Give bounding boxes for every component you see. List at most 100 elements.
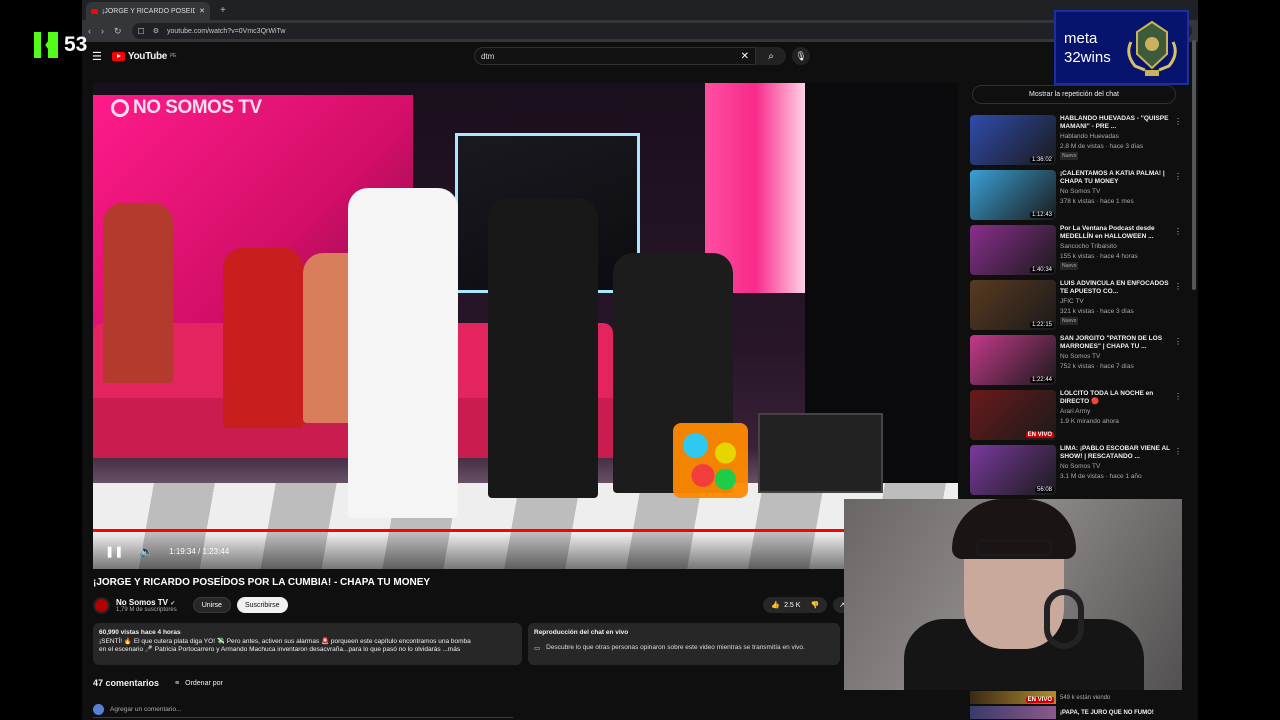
verified-icon: ✔ [170, 600, 176, 607]
youtube-logo[interactable]: YouTube PE [111, 51, 177, 62]
sort-button[interactable]: ≡ Ordenar por [175, 680, 223, 687]
clear-search-icon[interactable]: ✕ [741, 51, 749, 62]
related-meta: 378 k vistas · hace 1 mes [1060, 198, 1134, 205]
new-badge: Nuevo [1060, 262, 1079, 270]
site-info-icon[interactable]: ⚙ [153, 27, 159, 35]
search-input[interactable]: dtm ✕ [474, 47, 756, 65]
url-field[interactable]: ☐ ⚙ youtube.com/watch?v=0Vmc3QrWiTw ▭ ⇱ … [131, 23, 1192, 39]
related-video-item[interactable]: 1:40:34 Por La Ventana Podcast desde MED… [970, 225, 1182, 280]
description-line: en el escenario 🎤 Patricia Portocarrero … [99, 646, 461, 653]
page-scrollbar[interactable] [1192, 40, 1196, 290]
duration-badge: 1:22:44 [1029, 377, 1054, 383]
menu-icon[interactable]: ☰ [92, 50, 102, 63]
subscribe-button[interactable]: Suscribirse [236, 597, 288, 613]
more-options-icon[interactable]: ⋮ [1174, 282, 1182, 291]
related-title[interactable]: LOLCITO TODA LA NOCHE en DIRECTO 🔴 [1060, 390, 1172, 406]
related-title[interactable]: SAN JORGITO "PATRÓN DE LOS MARRONES" | C… [1060, 335, 1172, 351]
search-button[interactable]: ⌕ [756, 47, 786, 65]
like-count: 2.5 K [784, 601, 801, 609]
join-button[interactable]: Unirse [192, 597, 231, 613]
related-title[interactable]: Por La Ventana Podcast desde MEDELLÍN en… [1060, 225, 1172, 241]
meta-wins-overlay: meta 32wins [1054, 10, 1189, 85]
related-channel: JFIC TV [1060, 298, 1084, 305]
pause-icon[interactable]: ❚❚ [105, 545, 123, 558]
related-video-item[interactable]: EN VIVO LOLCITO TODA LA NOCHE en DIRECTO… [970, 390, 1182, 445]
show-chat-replay-button[interactable]: Mostrar la repetición del chat [972, 85, 1176, 104]
more-options-icon[interactable]: ⋮ [1174, 227, 1182, 236]
related-thumbnail[interactable] [970, 706, 1056, 719]
volume-icon[interactable]: 🔈 [139, 545, 153, 558]
channel-name[interactable]: No Somos TV ✔ [116, 598, 177, 607]
browser-tab[interactable]: ¡JORGE Y RICARDO POSEÍDOS ✕ [86, 2, 210, 20]
related-meta: 3.1 M de vistas · hace 1 año [1060, 473, 1142, 480]
related-title[interactable]: HABLANDO HUEVADAS - "QUISPE MAMANI" - PR… [1060, 115, 1172, 131]
video-title: ¡JORGE Y RICARDO POSEÍDOS POR LA CUMBIA!… [93, 577, 431, 588]
related-channel: No Somos TV [1060, 463, 1101, 470]
related-meta: 752 k vistas · hace 7 días [1060, 363, 1134, 370]
related-video-item[interactable]: 1:22:15 LUIS ADVÍNCULA EN ENFOCADOS TE A… [970, 280, 1182, 335]
reload-icon[interactable]: ↻ [114, 26, 122, 37]
related-thumbnail[interactable]: 1:36:02 [970, 115, 1056, 165]
microphone-icon: 🎙 [795, 50, 807, 61]
related-channel: No Somos TV [1060, 188, 1101, 195]
add-comment-field[interactable]: Agregar un comentario... [93, 704, 513, 718]
related-video-item[interactable]: 1:22:44 SAN JORGITO "PATRÓN DE LOS MARRO… [970, 335, 1182, 390]
description-line: ¡SENTÍ! 🔥 El que cutera plata diga YO! 💸… [99, 637, 471, 645]
youtube-header: ☰ YouTube PE dtm ✕ ⌕ 🎙 [82, 42, 1198, 70]
subscriber-count: 1,79 M de suscriptores [116, 606, 177, 613]
related-title[interactable]: ¡CALENTAMOS A KATIA PALMA! | CHAPA TU MO… [1060, 170, 1172, 186]
related-thumbnail[interactable]: EN VIVO [970, 390, 1056, 440]
related-meta: 549 k están viendo [1060, 694, 1111, 701]
related-meta: 1.9 K mirando ahora [1060, 418, 1119, 425]
related-video-item[interactable]: 1:12:43 ¡CALENTAMOS A KATIA PALMA! | CHA… [970, 170, 1182, 225]
watermark-logo-icon [111, 99, 129, 117]
more-options-icon[interactable]: ⋮ [1174, 447, 1182, 456]
url-text: youtube.com/watch?v=0Vmc3QrWiTw [167, 27, 286, 35]
related-thumbnail[interactable]: 1:22:44 [970, 335, 1056, 385]
forward-icon[interactable]: › [101, 26, 104, 36]
like-button[interactable]: 👍 2.5 K 👎 [763, 597, 828, 613]
related-channel: Arari Army [1060, 408, 1091, 415]
new-tab-icon[interactable]: + [220, 5, 226, 16]
related-title[interactable]: ¡PAPA, TE JURO QUE NO FUMO! [1060, 710, 1154, 716]
new-badge: Nuevo [1060, 152, 1079, 160]
country-code: PE [170, 53, 177, 59]
ball-basket [673, 423, 748, 498]
progress-bar[interactable] [93, 529, 958, 532]
related-thumbnail[interactable]: 1:40:34 [970, 225, 1056, 275]
rank-crest-icon [1127, 20, 1177, 76]
related-thumbnail[interactable]: 56:08 [970, 445, 1056, 495]
related-meta: 155 k vistas · hace 4 horas [1060, 253, 1138, 260]
bookmark-icon[interactable]: ☐ [138, 27, 145, 36]
related-channel: No Somos TV [1060, 353, 1101, 360]
related-title[interactable]: LIMA: ¡PABLO ESCOBAR VIENE AL SHOW! | RE… [1060, 445, 1172, 461]
kick-count: 53 [64, 33, 88, 56]
thumbs-down-icon[interactable]: 👎 [810, 601, 819, 609]
live-badge: EN VIVO [1025, 697, 1054, 703]
voice-search-button[interactable]: 🎙 [792, 47, 810, 65]
related-thumbnail[interactable]: EN VIVO [970, 691, 1056, 704]
duration-badge: 1:40:34 [1029, 267, 1054, 273]
webcam-overlay [844, 499, 1182, 690]
more-options-icon[interactable]: ⋮ [1174, 392, 1182, 401]
chat-replay-box[interactable]: Reproducción del chat en vivo ▭ Descubre… [528, 623, 840, 665]
description-box[interactable]: 60,990 vistas hace 4 horas ¡SENTÍ! 🔥 El … [93, 623, 522, 665]
chat-replay-title: Reproducción del chat en vivo [534, 629, 629, 636]
close-tab-icon[interactable]: ✕ [199, 7, 205, 15]
related-video-item[interactable]: 56:08 LIMA: ¡PABLO ESCOBAR VIENE AL SHOW… [970, 445, 1182, 500]
related-title[interactable]: LUIS ADVÍNCULA EN ENFOCADOS TE APUESTO C… [1060, 280, 1172, 296]
channel-avatar[interactable] [93, 596, 110, 614]
back-icon[interactable]: ‹ [88, 26, 91, 36]
related-thumbnail[interactable]: 1:22:15 [970, 280, 1056, 330]
search-query: dtm [481, 51, 495, 61]
related-thumbnail[interactable]: 1:12:43 [970, 170, 1056, 220]
sort-label: Ordenar por [185, 679, 223, 687]
meta-label: meta [1064, 29, 1098, 47]
more-options-icon[interactable]: ⋮ [1174, 172, 1182, 181]
more-options-icon[interactable]: ⋮ [1174, 337, 1182, 346]
player-controls: ❚❚ 🔈 1:19:34 / 1:23:44 [93, 533, 958, 569]
more-options-icon[interactable]: ⋮ [1174, 117, 1182, 126]
tab-title: ¡JORGE Y RICARDO POSEÍDOS [102, 7, 196, 15]
video-player[interactable]: NO SOMOS TV ❚❚ 🔈 1:19:34 / 1:23:44 [93, 83, 958, 569]
related-video-item[interactable]: 1:36:02 HABLANDO HUEVADAS - "QUISPE MAMA… [970, 115, 1182, 170]
